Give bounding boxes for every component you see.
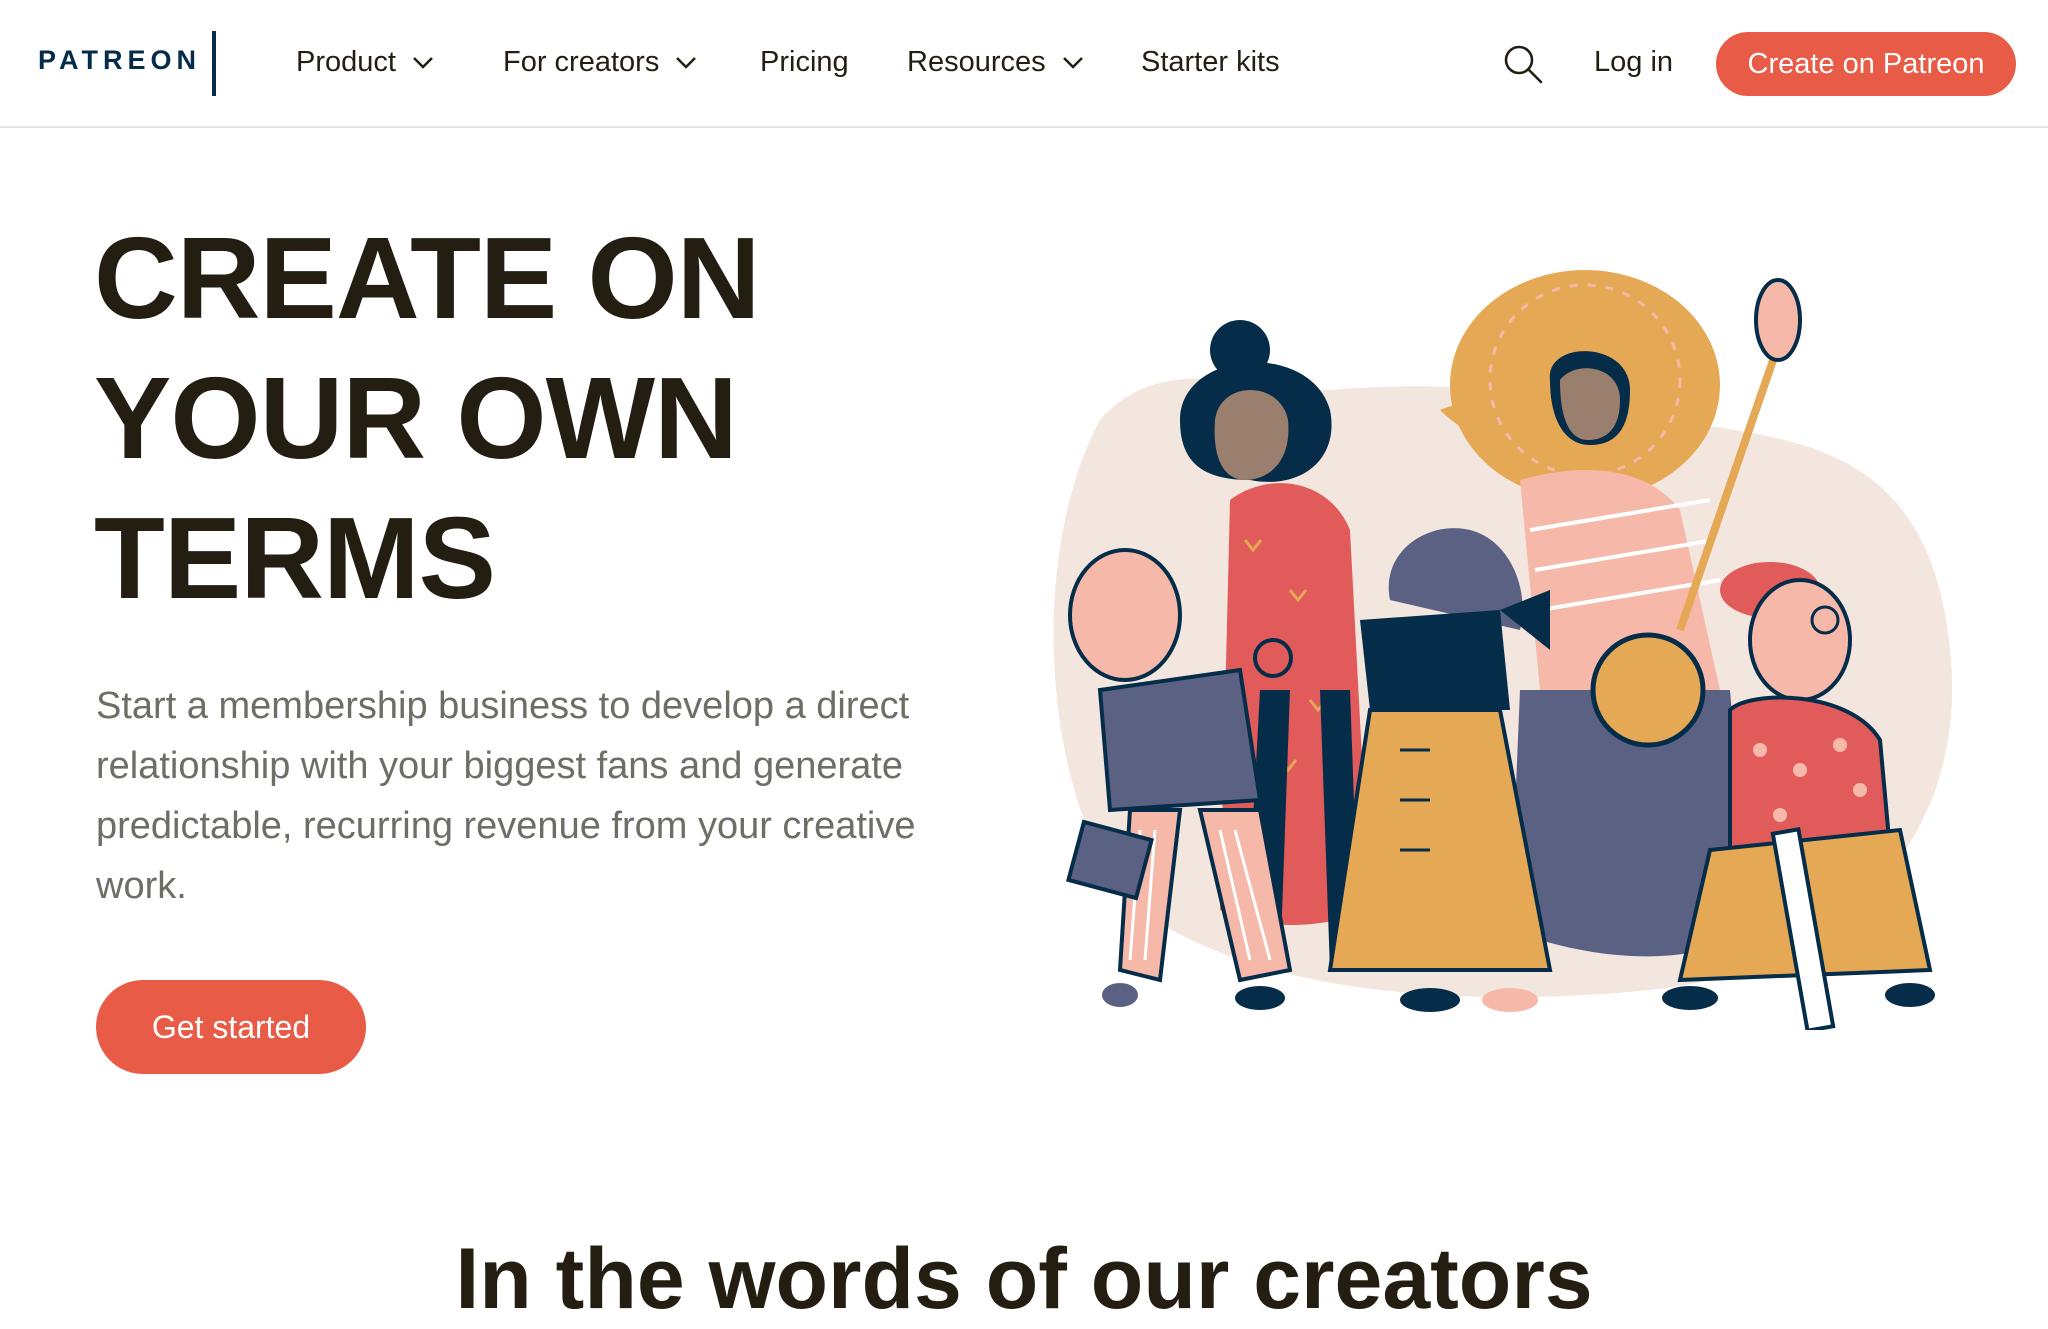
- patreon-logo[interactable]: PATREON: [38, 45, 201, 76]
- testimonials-heading: In the words of our creators: [455, 1231, 1593, 1327]
- hero-title-line: YOUR OWN: [94, 353, 738, 483]
- nav-item-label: Resources: [907, 46, 1046, 78]
- hero-title-line: TERMS: [94, 493, 496, 623]
- chevron-down-icon: [413, 56, 433, 69]
- nav-item-starter-kits[interactable]: Starter kits: [1141, 46, 1280, 79]
- chevron-down-icon: [1062, 56, 1083, 69]
- nav-item-label: Starter kits: [1141, 46, 1280, 78]
- nav-item-pricing[interactable]: Pricing: [760, 46, 849, 79]
- hero-title: CREATE ON YOUR OWN TERMS: [94, 208, 854, 628]
- nav-item-product[interactable]: Product: [296, 46, 434, 79]
- nav-item-label: For creators: [503, 46, 660, 78]
- nav-item-resources[interactable]: Resources: [907, 46, 1084, 79]
- get-started-button[interactable]: Get started: [96, 980, 366, 1074]
- hero-subtitle: Start a membership business to develop a…: [96, 685, 916, 907]
- top-navigation: PATREON Product For creators Pricing Res…: [0, 0, 2048, 128]
- nav-item-label: Product: [296, 46, 396, 78]
- logo-divider: [212, 31, 216, 96]
- hero-title-line: CREATE ON: [94, 213, 761, 343]
- login-link[interactable]: Log in: [1594, 46, 1673, 79]
- create-on-patreon-button[interactable]: Create on Patreon: [1716, 32, 2016, 96]
- nav-item-label: Pricing: [760, 46, 849, 78]
- search-icon[interactable]: [1503, 44, 1543, 84]
- chevron-down-icon: [676, 56, 697, 69]
- nav-item-for-creators[interactable]: For creators: [503, 46, 697, 79]
- group-of-creators-illustration: [1053, 270, 1953, 1030]
